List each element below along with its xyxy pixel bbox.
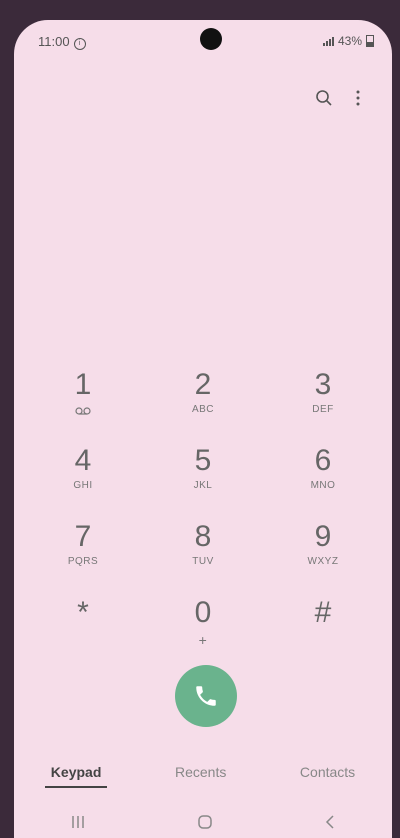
key-letters: ABC <box>191 404 215 415</box>
key-letters: TUV <box>192 556 214 567</box>
key-star[interactable]: * <box>38 596 128 672</box>
home-button[interactable] <box>197 814 213 835</box>
search-icon <box>316 90 332 106</box>
key-digit: 4 <box>74 444 92 477</box>
key-digit: * <box>77 596 89 629</box>
time-text: 11:00 <box>38 34 70 49</box>
info-icon: i <box>73 38 86 50</box>
key-letters: GHI <box>73 480 93 491</box>
battery-percent: 43% <box>337 34 362 48</box>
more-options-button[interactable] <box>346 86 370 110</box>
key-letters: MNO <box>310 480 336 491</box>
key-7[interactable]: 7 PQRS <box>38 520 128 596</box>
key-1[interactable]: 1 <box>38 368 128 444</box>
key-letters: + <box>198 632 208 648</box>
status-time: 11:00 i <box>38 34 86 50</box>
key-2[interactable]: 2 ABC <box>158 368 248 444</box>
tab-contacts[interactable]: Contacts <box>294 764 361 788</box>
key-digit: 8 <box>194 520 212 553</box>
recent-apps-button[interactable] <box>70 815 86 834</box>
status-right: 43% <box>322 34 374 48</box>
back-icon <box>326 814 334 829</box>
key-letters: JKL <box>193 480 213 491</box>
tab-recents[interactable]: Recents <box>169 764 232 788</box>
home-icon <box>198 814 212 829</box>
voicemail-icon <box>75 407 91 415</box>
bottom-tabs: Keypad Recents Contacts <box>14 764 392 788</box>
signal-icon <box>322 36 334 46</box>
recent-apps-icon <box>71 815 84 828</box>
dialpad: 1 2 ABC 3 DEF 4 GHI 5 JKL 6 MNO 7 PQRS 8 TUV 9 W… <box>38 368 368 672</box>
call-button[interactable] <box>175 665 237 727</box>
key-letters: DEF <box>312 404 334 415</box>
key-digit: 5 <box>194 444 212 477</box>
key-digit: 2 <box>194 368 212 401</box>
key-digit: 3 <box>314 368 332 401</box>
key-digit: 9 <box>314 520 332 553</box>
camera-notch <box>200 28 222 50</box>
key-digit: 1 <box>74 368 92 401</box>
tab-keypad[interactable]: Keypad <box>44 764 108 788</box>
key-9[interactable]: 9 WXYZ <box>278 520 368 596</box>
key-digit: 6 <box>314 444 332 477</box>
phone-icon <box>196 686 216 706</box>
key-0[interactable]: 0 + <box>158 596 248 672</box>
key-hash[interactable]: # <box>278 596 368 672</box>
phone-screen: 11:00 i 43% 1 2 ABC 3 DEF 4 GHI 5 JKL 6 MNO 7 P… <box>14 20 392 838</box>
key-letters: PQRS <box>67 556 99 567</box>
key-letters: WXYZ <box>307 556 339 567</box>
key-5[interactable]: 5 JKL <box>158 444 248 520</box>
system-nav-bar <box>14 810 392 838</box>
more-vertical-icon <box>356 90 360 106</box>
key-digit: 0 <box>194 596 212 629</box>
key-3[interactable]: 3 DEF <box>278 368 368 444</box>
search-button[interactable] <box>312 86 336 110</box>
key-digit: # <box>314 596 332 629</box>
key-4[interactable]: 4 GHI <box>38 444 128 520</box>
battery-icon <box>366 35 374 47</box>
key-8[interactable]: 8 TUV <box>158 520 248 596</box>
back-button[interactable] <box>324 814 336 835</box>
key-digit: 7 <box>74 520 92 553</box>
key-6[interactable]: 6 MNO <box>278 444 368 520</box>
